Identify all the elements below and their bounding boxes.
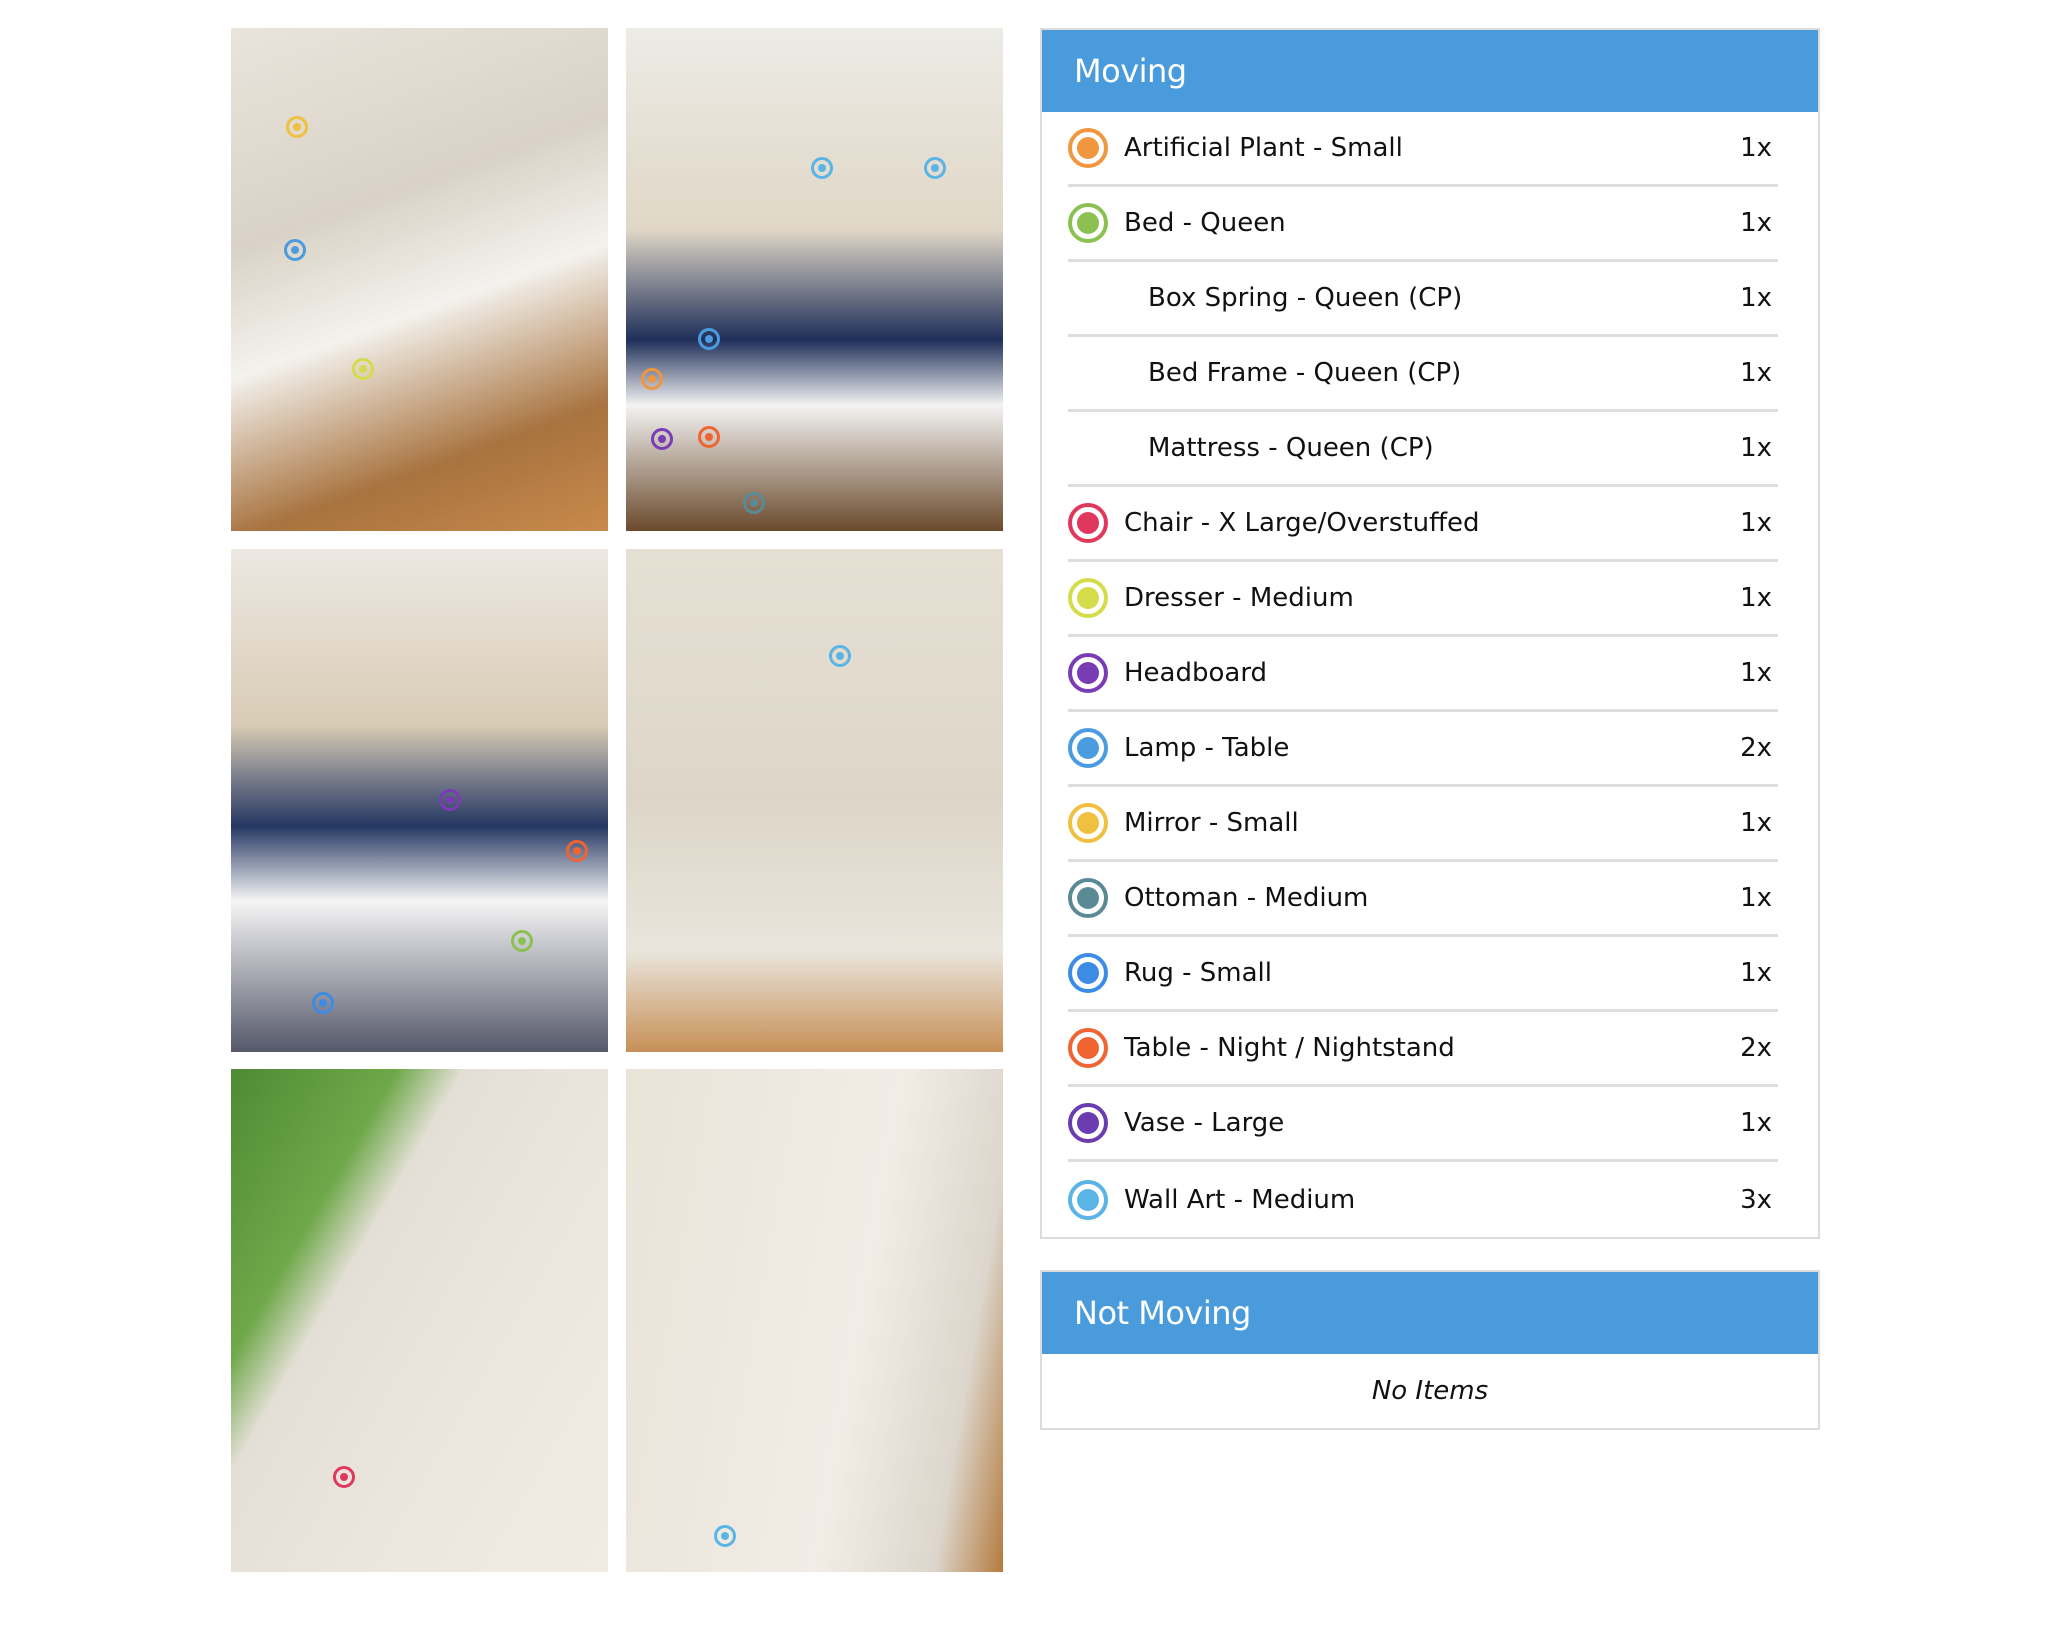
moving-item-row[interactable]: Dresser - Medium 1x xyxy=(1068,562,1778,637)
color-marker-icon xyxy=(1068,803,1108,843)
item-marker-icon[interactable] xyxy=(698,426,720,448)
item-marker-icon[interactable] xyxy=(829,645,851,667)
not-moving-header: Not Moving xyxy=(1042,1272,1818,1354)
moving-item-row[interactable]: Table - Night / Nightstand 2x xyxy=(1068,1012,1778,1087)
room-photo-shelf-corner[interactable] xyxy=(626,549,1003,1052)
moving-item-row[interactable]: Rug - Small 1x xyxy=(1068,937,1778,1012)
item-marker-icon[interactable] xyxy=(566,840,588,862)
item-label: Headboard xyxy=(1124,658,1268,688)
moving-item-row[interactable]: Artificial Plant - Small 1x xyxy=(1068,112,1778,187)
color-marker-icon xyxy=(1068,653,1108,693)
color-marker-icon xyxy=(1068,203,1108,243)
item-label: Mattress - Queen (CP) xyxy=(1148,433,1434,463)
item-quantity: 1x xyxy=(1740,1108,1772,1138)
color-marker-icon xyxy=(1068,503,1108,543)
item-label: Mirror - Small xyxy=(1124,808,1299,838)
item-marker-icon[interactable] xyxy=(312,992,334,1014)
item-quantity: 1x xyxy=(1740,808,1772,838)
item-marker-icon[interactable] xyxy=(811,157,833,179)
color-marker-icon xyxy=(1068,728,1108,768)
item-quantity: 1x xyxy=(1740,358,1772,388)
item-label: Wall Art - Medium xyxy=(1124,1184,1356,1215)
item-quantity: 1x xyxy=(1740,433,1772,463)
moving-item-row[interactable]: Bed - Queen 1x xyxy=(1068,187,1778,262)
moving-item-row[interactable]: Mattress - Queen (CP) 1x xyxy=(1068,412,1778,487)
color-marker-icon xyxy=(1068,128,1108,168)
item-quantity: 1x xyxy=(1740,583,1772,613)
room-photo-bed-wide-view[interactable] xyxy=(231,549,608,1052)
item-marker-icon[interactable] xyxy=(743,492,765,514)
color-marker-icon xyxy=(1068,953,1108,993)
item-marker-icon[interactable] xyxy=(651,428,673,450)
item-label: Rug - Small xyxy=(1124,958,1273,988)
item-marker-icon[interactable] xyxy=(641,368,663,390)
item-quantity: 1x xyxy=(1740,283,1772,313)
item-marker-icon[interactable] xyxy=(286,116,308,138)
item-marker-icon[interactable] xyxy=(698,328,720,350)
moving-item-row[interactable]: Vase - Large 1x xyxy=(1068,1087,1778,1162)
moving-item-row[interactable]: Lamp - Table 2x xyxy=(1068,712,1778,787)
not-moving-panel: Not Moving No Items xyxy=(1040,1270,1820,1430)
item-marker-icon[interactable] xyxy=(352,358,374,380)
item-marker-icon[interactable] xyxy=(714,1525,736,1547)
room-photo-bed-with-wall-art[interactable] xyxy=(626,28,1003,531)
item-quantity: 1x xyxy=(1740,883,1772,913)
room-photo-dresser-and-door[interactable] xyxy=(231,28,608,531)
item-label: Bed - Queen xyxy=(1124,208,1286,238)
item-marker-icon[interactable] xyxy=(333,1466,355,1488)
moving-item-row[interactable]: Headboard 1x xyxy=(1068,637,1778,712)
item-quantity: 1x xyxy=(1740,133,1772,163)
item-marker-icon[interactable] xyxy=(284,239,306,261)
item-label: Ottoman - Medium xyxy=(1124,883,1369,913)
room-photo-hats-on-wall[interactable] xyxy=(626,1069,1003,1572)
item-marker-icon[interactable] xyxy=(439,789,461,811)
moving-item-row[interactable]: Wall Art - Medium 3x xyxy=(1068,1162,1778,1237)
item-label: Chair - X Large/Overstuffed xyxy=(1124,508,1480,538)
moving-header: Moving xyxy=(1042,30,1818,112)
moving-item-row[interactable]: Chair - X Large/Overstuffed 1x xyxy=(1068,487,1778,562)
color-marker-icon xyxy=(1068,1179,1108,1220)
item-label: Lamp - Table xyxy=(1124,733,1290,763)
room-photo-chair-and-window[interactable] xyxy=(231,1069,608,1572)
color-marker-icon xyxy=(1068,1028,1108,1068)
item-quantity: 1x xyxy=(1740,208,1772,238)
item-label: Artificial Plant - Small xyxy=(1124,133,1403,163)
item-quantity: 1x xyxy=(1740,508,1772,538)
moving-item-row[interactable]: Box Spring - Queen (CP) 1x xyxy=(1068,262,1778,337)
no-items-text: No Items xyxy=(1371,1376,1489,1406)
item-quantity: 1x xyxy=(1740,658,1772,688)
item-label: Bed Frame - Queen (CP) xyxy=(1148,358,1462,388)
moving-panel: Moving Artificial Plant - Small 1x Bed - Q… xyxy=(1040,28,1820,1239)
moving-item-row[interactable]: Bed Frame - Queen (CP) 1x xyxy=(1068,337,1778,412)
moving-item-list: Artificial Plant - Small 1x Bed - Queen 1x B… xyxy=(1042,112,1818,1237)
moving-item-row[interactable]: Mirror - Small 1x xyxy=(1068,787,1778,862)
item-quantity: 3x xyxy=(1740,1184,1772,1215)
color-marker-icon xyxy=(1068,878,1108,918)
item-label: Vase - Large xyxy=(1124,1108,1285,1138)
moving-item-row[interactable]: Ottoman - Medium 1x xyxy=(1068,862,1778,937)
color-marker-icon xyxy=(1068,578,1108,618)
item-label: Table - Night / Nightstand xyxy=(1124,1033,1455,1063)
item-marker-icon[interactable] xyxy=(511,930,533,952)
item-marker-icon[interactable] xyxy=(924,157,946,179)
item-quantity: 2x xyxy=(1740,1033,1772,1063)
color-marker-icon xyxy=(1068,1103,1108,1143)
item-label: Dresser - Medium xyxy=(1124,583,1354,613)
item-quantity: 1x xyxy=(1740,958,1772,988)
item-label: Box Spring - Queen (CP) xyxy=(1148,283,1463,313)
item-quantity: 2x xyxy=(1740,733,1772,763)
